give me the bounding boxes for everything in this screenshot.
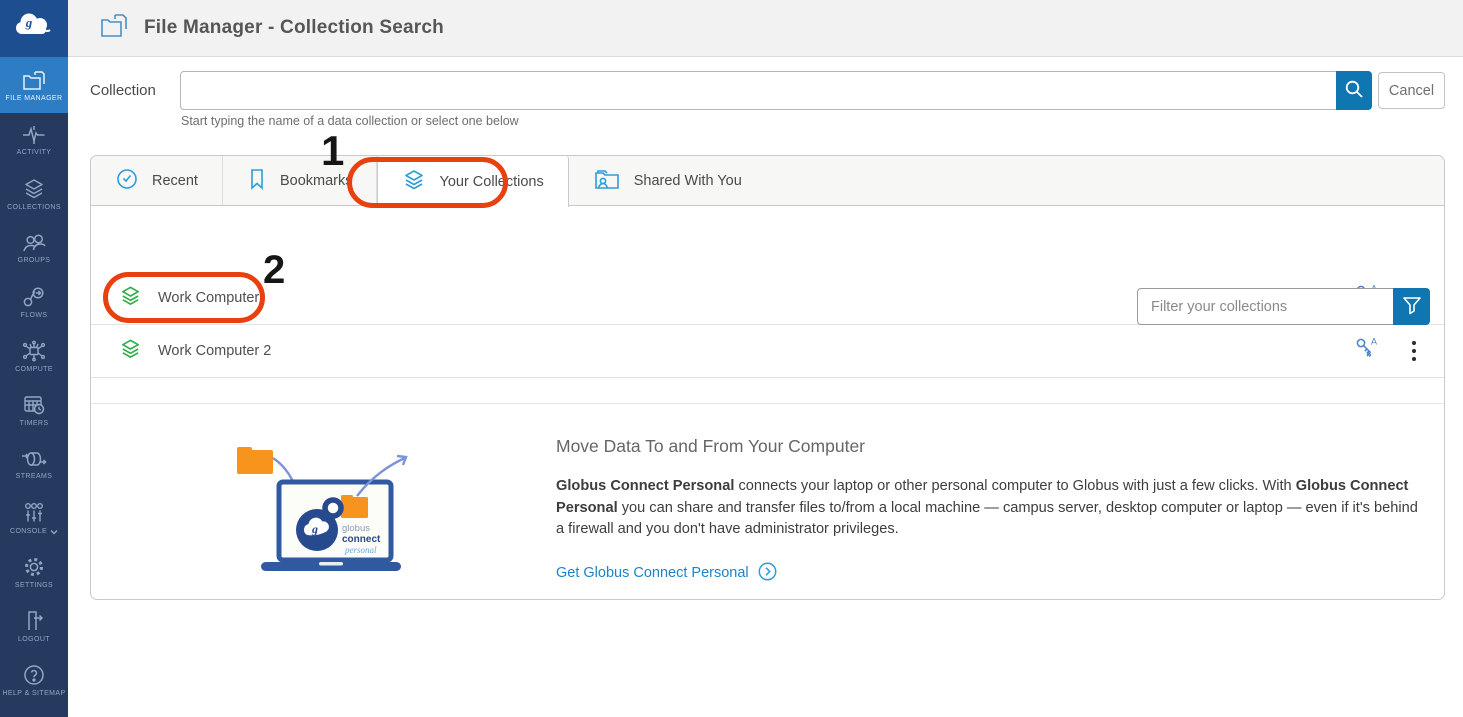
sidebar-item-compute[interactable]: COMPUTE	[0, 329, 68, 383]
svg-text:A: A	[1371, 336, 1377, 346]
globus-connect-personal-illustration: g globus connect personal	[221, 434, 433, 587]
search-button[interactable]	[1336, 71, 1372, 110]
logout-icon	[22, 609, 46, 633]
row-menu-kebab-icon[interactable]	[1406, 338, 1422, 364]
sidebar-item-logout[interactable]: LOGOUT	[0, 599, 68, 653]
tab-shared-with-you[interactable]: Shared With You	[569, 156, 766, 205]
sidebar-item-groups[interactable]: GROUPS	[0, 221, 68, 275]
collections-icon	[22, 177, 46, 201]
sidebar-item-label: FLOWS	[21, 312, 48, 319]
gcp-promo-section: g globus connect personal Move Data To a…	[91, 404, 1444, 587]
globus-logo[interactable]: g	[0, 0, 68, 57]
tab-label: Bookmarks	[280, 173, 353, 189]
list-divider	[91, 378, 1444, 404]
tab-label: Your Collections	[439, 174, 543, 190]
tab-your-collections[interactable]: Your Collections	[377, 156, 568, 207]
sidebar-item-help-sitemap[interactable]: HELP & SITEMAP	[0, 653, 68, 707]
tab-content: Work Computer A	[91, 272, 1444, 665]
tab-bookmarks[interactable]: Bookmarks	[223, 156, 378, 205]
sidebar-item-flows[interactable]: FLOWS	[0, 275, 68, 329]
filter-controls	[1137, 288, 1430, 325]
gear-icon	[22, 555, 46, 579]
sidebar-item-label: GROUPS	[18, 257, 51, 264]
flows-icon	[21, 285, 47, 309]
collection-row-work-computer-2[interactable]: Work Computer 2 A	[91, 325, 1444, 378]
sidebar-item-label: ACTIVITY	[17, 149, 52, 156]
sidebar-item-label: TIMERS	[20, 420, 49, 427]
get-gcp-link[interactable]: Get Globus Connect Personal	[556, 562, 777, 585]
chevron-right-circle-icon	[758, 562, 777, 585]
svg-text:connect: connect	[342, 534, 381, 545]
gcp-promo-paragraph: Globus Connect Personal connects your la…	[556, 476, 1424, 541]
sidebar: g FILE MANAGER ACTIVITY	[0, 0, 68, 717]
streams-icon	[20, 448, 48, 470]
bookmark-icon	[247, 167, 267, 195]
collection-name: Work Computer 2	[158, 343, 271, 359]
sidebar-item-console[interactable]: CONSOLE	[0, 491, 68, 545]
sidebar-item-activity[interactable]: ACTIVITY	[0, 113, 68, 167]
timers-icon	[22, 393, 46, 417]
tab-bar: Recent Bookmarks Your Co	[91, 156, 1444, 206]
collection-label: Collection	[90, 82, 156, 99]
page-title: File Manager - Collection Search	[144, 17, 444, 39]
globus-webapp: g FILE MANAGER ACTIVITY	[0, 0, 1463, 717]
gcp-promo-text: Move Data To and From Your Computer Glob…	[556, 434, 1424, 587]
sidebar-item-collections[interactable]: COLLECTIONS	[0, 167, 68, 221]
shared-folder-icon	[593, 167, 621, 195]
sidebar-item-label: COMPUTE	[15, 366, 53, 373]
cancel-button[interactable]: Cancel	[1378, 72, 1445, 109]
svg-text:g: g	[25, 15, 33, 30]
filter-collections-input[interactable]	[1137, 288, 1393, 325]
sidebar-item-file-manager[interactable]: FILE MANAGER	[0, 57, 68, 113]
groups-icon	[21, 232, 47, 254]
collection-layers-icon	[119, 284, 142, 313]
activity-icon	[21, 124, 47, 146]
sidebar-item-label: HELP & SITEMAP	[2, 690, 65, 697]
funnel-icon	[1401, 294, 1423, 319]
sidebar-item-label: LOGOUT	[18, 636, 50, 643]
filter-button[interactable]	[1393, 288, 1430, 325]
search-helper-text: Start typing the name of a data collecti…	[181, 114, 519, 128]
file-manager-icon	[21, 68, 47, 92]
tab-recent[interactable]: Recent	[91, 156, 223, 205]
sidebar-item-timers[interactable]: TIMERS	[0, 383, 68, 437]
credentials-key-icon[interactable]: A	[1354, 335, 1380, 368]
compute-icon	[21, 339, 47, 363]
svg-text:g: g	[311, 522, 318, 536]
help-icon	[22, 663, 46, 687]
svg-text:globus: globus	[342, 523, 370, 534]
search-icon	[1343, 78, 1365, 103]
globus-cloud-icon: g	[13, 10, 55, 47]
gcp-promo-title: Move Data To and From Your Computer	[556, 436, 1424, 457]
collection-layers-icon	[119, 337, 142, 366]
collections-card: Recent Bookmarks Your Co	[90, 155, 1445, 600]
collection-name: Work Computer	[158, 290, 259, 306]
file-manager-header-icon	[99, 12, 129, 45]
tab-label: Shared With You	[634, 173, 742, 189]
sidebar-item-label: SETTINGS	[15, 582, 53, 589]
console-icon	[21, 501, 47, 525]
tab-label: Recent	[152, 173, 198, 189]
sidebar-item-label: STREAMS	[16, 473, 53, 480]
sidebar-item-label: FILE MANAGER	[6, 95, 63, 102]
row-actions: A	[1354, 335, 1422, 368]
layers-icon	[402, 168, 426, 196]
collection-search-input[interactable]	[180, 71, 1337, 110]
chevron-down-icon	[50, 529, 58, 535]
recent-clock-icon	[115, 167, 139, 195]
sidebar-item-label: CONSOLE	[10, 528, 58, 535]
svg-text:personal: personal	[344, 545, 377, 555]
sidebar-item-streams[interactable]: STREAMS	[0, 437, 68, 491]
sidebar-item-settings[interactable]: SETTINGS	[0, 545, 68, 599]
sidebar-item-label: COLLECTIONS	[7, 204, 61, 211]
page-header: File Manager - Collection Search	[68, 0, 1463, 57]
